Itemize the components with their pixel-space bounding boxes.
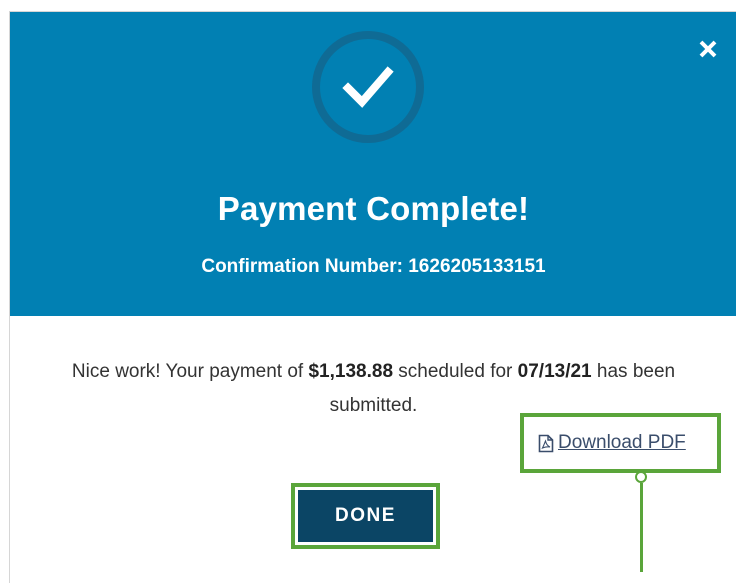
modal-title: Payment Complete!: [217, 190, 530, 227]
success-badge: [312, 31, 424, 143]
done-button[interactable]: DONE: [298, 490, 433, 542]
page: Payment Complete! Confirmation Number: 1…: [0, 0, 736, 583]
callout-dot: [635, 471, 647, 483]
download-pdf-link[interactable]: Download PDF: [538, 432, 686, 454]
confirmation-number: Confirmation Number: 1626205133151: [201, 256, 546, 277]
callout-line: [640, 483, 643, 572]
payment-date: 07/13/21: [517, 361, 592, 382]
close-button[interactable]: [697, 38, 719, 60]
download-pdf-label[interactable]: Download PDF: [558, 432, 686, 454]
pdf-file-icon[interactable]: [538, 434, 554, 453]
message-text: scheduled for: [393, 361, 518, 382]
payment-amount: $1,138.88: [308, 361, 394, 382]
modal-header: Payment Complete! Confirmation Number: 1…: [10, 12, 736, 316]
message-text: Nice work! Your payment of: [71, 361, 309, 382]
close-icon[interactable]: [697, 38, 719, 60]
checkmark-icon: [342, 66, 394, 108]
